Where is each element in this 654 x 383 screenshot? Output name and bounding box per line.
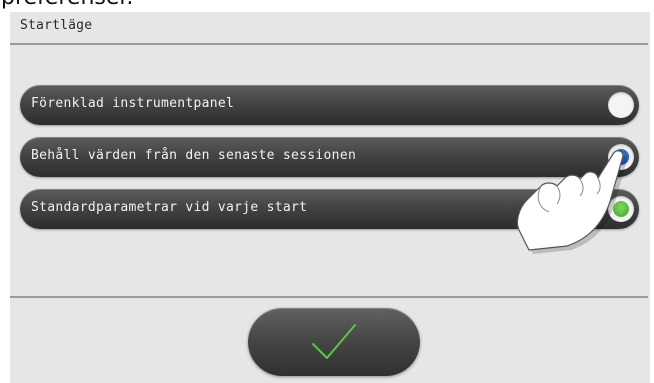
radio-dot-green-icon [613,201,629,217]
confirm-button[interactable] [248,308,420,376]
radio-pressed-icon[interactable] [608,144,634,170]
startup-mode-panel: Startläge Förenklad instrumentpanel Behå… [10,12,650,383]
option-label: Förenklad instrumentpanel [31,96,235,111]
option-keep-last-session[interactable]: Behåll värden från den senaste sessionen [20,137,639,177]
top-divider [10,43,648,45]
option-label: Behåll värden från den senaste sessionen [31,148,357,163]
bottom-divider [10,296,648,298]
radio-unselected-icon[interactable] [608,92,634,118]
caption-text: preferenser. [1,0,133,10]
panel-title: Startläge [20,18,93,33]
radio-selected-icon[interactable] [608,196,634,222]
radio-dot-blue-icon [613,149,629,165]
checkmark-icon [312,324,356,359]
option-default-parameters[interactable]: Standardparametrar vid varje start [20,189,639,229]
caption-fragment: preferenser. [0,0,654,12]
option-label: Standardparametrar vid varje start [31,200,308,215]
option-simplified-dashboard[interactable]: Förenklad instrumentpanel [20,85,639,125]
